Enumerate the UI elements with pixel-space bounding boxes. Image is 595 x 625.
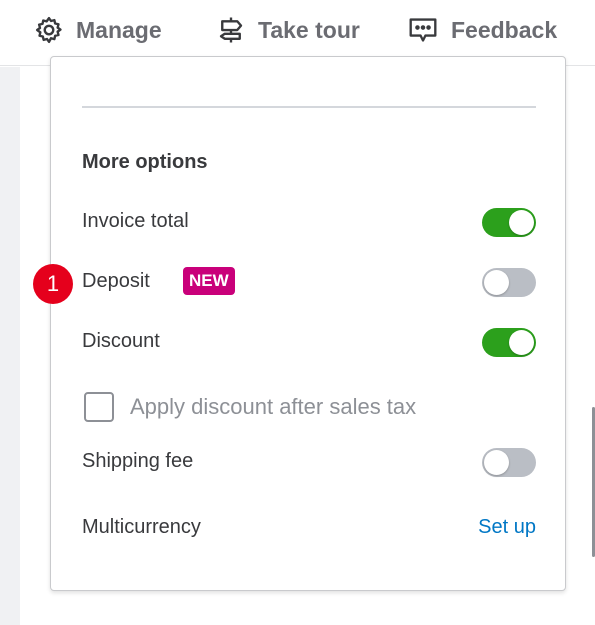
deposit-toggle[interactable] bbox=[482, 268, 536, 297]
new-badge: NEW bbox=[183, 267, 235, 295]
left-rail bbox=[0, 67, 20, 625]
deposit-label: Deposit bbox=[82, 270, 150, 292]
apply-discount-after-tax-label: Apply discount after sales tax bbox=[130, 394, 417, 419]
apply-discount-after-tax-row: Apply discount after sales tax bbox=[84, 392, 514, 426]
feedback-button[interactable]: Feedback bbox=[407, 12, 557, 48]
invoice-total-row: Invoice total bbox=[82, 204, 536, 240]
signpost-icon bbox=[216, 15, 246, 45]
take-tour-button[interactable]: Take tour bbox=[216, 12, 360, 48]
more-options-panel: More options Invoice total Deposit NEW D… bbox=[50, 56, 566, 591]
manage-label: Manage bbox=[76, 16, 162, 43]
shipping-fee-row: Shipping fee bbox=[82, 444, 536, 480]
invoice-total-toggle[interactable] bbox=[482, 208, 536, 237]
invoice-total-label: Invoice total bbox=[82, 210, 189, 232]
discount-label: Discount bbox=[82, 330, 160, 352]
scrollbar[interactable] bbox=[591, 67, 595, 625]
multicurrency-label: Multicurrency bbox=[82, 516, 201, 538]
divider bbox=[82, 106, 536, 108]
discount-toggle[interactable] bbox=[482, 328, 536, 357]
discount-row: Discount bbox=[82, 324, 536, 360]
deposit-row: Deposit NEW bbox=[82, 264, 536, 300]
apply-discount-after-tax-checkbox[interactable] bbox=[84, 392, 114, 422]
manage-button[interactable]: Manage bbox=[34, 12, 162, 48]
toggle-knob bbox=[484, 270, 509, 295]
section-title: More options bbox=[82, 151, 208, 173]
shipping-fee-toggle[interactable] bbox=[482, 448, 536, 477]
toggle-knob bbox=[484, 450, 509, 475]
step-marker: 1 bbox=[33, 264, 73, 304]
set-up-link[interactable]: Set up bbox=[478, 516, 536, 539]
speech-bubble-icon bbox=[407, 15, 439, 45]
take-tour-label: Take tour bbox=[258, 16, 360, 43]
shipping-fee-label: Shipping fee bbox=[82, 450, 194, 472]
feedback-label: Feedback bbox=[451, 16, 558, 43]
gear-icon bbox=[34, 15, 64, 45]
multicurrency-row: Multicurrency Set up bbox=[82, 510, 536, 546]
toggle-knob bbox=[509, 210, 534, 235]
toggle-knob bbox=[509, 330, 534, 355]
